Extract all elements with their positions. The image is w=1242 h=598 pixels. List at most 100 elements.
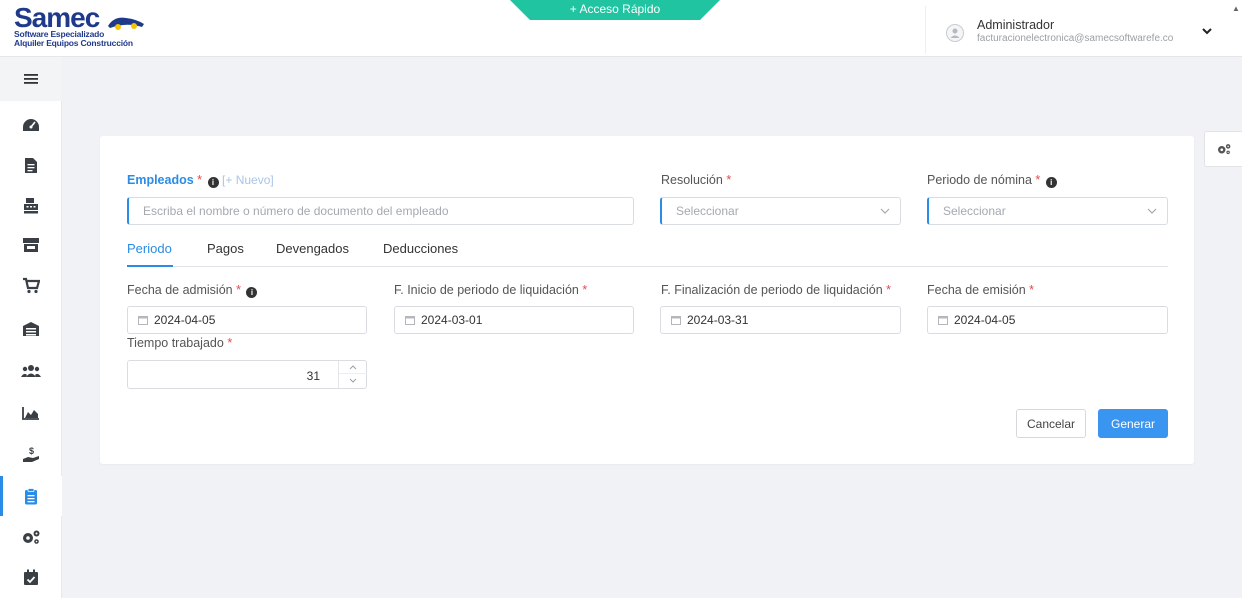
warehouse-icon — [23, 322, 39, 336]
sidebar-item-payroll[interactable] — [0, 476, 62, 516]
chevron-down-icon — [880, 208, 890, 214]
required-mark: * — [236, 283, 241, 297]
empleados-placeholder: Escriba el nombre o número de documento … — [143, 204, 449, 218]
cart-icon — [23, 277, 40, 293]
calendar-icon — [405, 316, 415, 325]
resolucion-label-text: Resolución — [661, 173, 723, 187]
chart-icon — [22, 407, 39, 420]
stepper-decrement-button[interactable] — [339, 374, 367, 387]
form-tabs: Periodo Pagos Devengados Deducciones — [127, 241, 1168, 267]
fecha-emision-value: 2024-04-05 — [954, 313, 1016, 327]
tab-pagos[interactable]: Pagos — [207, 241, 244, 267]
inicio-periodo-label-text: F. Inicio de periodo de liquidación — [394, 283, 579, 297]
sidebar-item-cart[interactable] — [0, 265, 62, 305]
periodo-nomina-placeholder: Seleccionar — [943, 204, 1006, 218]
fecha-admision-value: 2024-04-05 — [154, 313, 216, 327]
required-mark: * — [197, 173, 203, 187]
tiempo-trabajado-value: 31 — [306, 369, 320, 383]
sidebar-item-users[interactable] — [0, 351, 62, 391]
cash-register-icon — [24, 197, 38, 213]
dashboard-icon — [23, 119, 39, 131]
resolucion-label: Resolución * — [661, 173, 731, 187]
tiempo-trabajado-stepper[interactable]: 31 — [127, 360, 367, 389]
tab-deducciones[interactable]: Deducciones — [383, 241, 458, 267]
stepper-increment-button[interactable] — [339, 361, 367, 374]
required-mark: * — [582, 283, 588, 297]
chevron-down-icon — [1147, 208, 1157, 214]
sidebar-item-cash-register[interactable] — [0, 185, 62, 225]
stepper-buttons — [338, 361, 367, 388]
logo-word: Samec — [14, 2, 100, 33]
fecha-admision-input[interactable]: 2024-04-05 — [127, 306, 367, 334]
inicio-periodo-value: 2024-03-01 — [421, 313, 483, 327]
empleados-label-text: Empleados — [127, 173, 194, 187]
info-icon[interactable]: i — [246, 287, 258, 298]
fin-periodo-label-text: F. Finalización de periodo de liquidació… — [661, 283, 883, 297]
sidebar-item-store[interactable] — [0, 225, 62, 265]
calendar-icon — [138, 316, 148, 325]
fin-periodo-value: 2024-03-31 — [687, 313, 749, 327]
fecha-admision-label-text: Fecha de admisión — [127, 283, 233, 297]
info-icon[interactable]: i — [1045, 177, 1057, 188]
settings-panel-toggle[interactable] — [1204, 131, 1242, 167]
fin-periodo-label: F. Finalización de periodo de liquidació… — [661, 283, 891, 297]
periodo-nomina-label: Periodo de nómina * i — [927, 173, 1057, 188]
hamburger-icon — [24, 74, 38, 84]
clipboard-icon — [25, 487, 37, 504]
header-divider — [925, 6, 926, 54]
sidebar-item-warehouse[interactable] — [0, 309, 62, 349]
tab-devengados[interactable]: Devengados — [276, 241, 349, 267]
menu-toggle-button[interactable] — [0, 57, 62, 101]
cancel-button[interactable]: Cancelar — [1016, 409, 1086, 438]
fecha-emision-label: Fecha de emisión * — [927, 283, 1034, 297]
document-icon — [25, 157, 37, 173]
generate-button[interactable]: Generar — [1098, 409, 1168, 438]
sidebar-item-settings[interactable] — [0, 517, 62, 557]
samec-logo[interactable]: Samec Software Especializado Alquiler Eq… — [14, 2, 174, 50]
gears-icon — [23, 530, 40, 544]
user-email: facturacionelectronica@samecsoftwarefe.c… — [977, 33, 1174, 44]
periodo-nomina-label-text: Periodo de nómina — [927, 173, 1032, 187]
required-mark: * — [1029, 283, 1035, 297]
store-icon — [23, 238, 39, 252]
logo-subtitle-2: Alquiler Equipos Construcción — [14, 38, 133, 48]
logo-car-icon — [108, 17, 144, 30]
svg-text:$: $ — [29, 446, 34, 456]
user-name[interactable]: Administrador — [977, 18, 1054, 32]
chevron-up-icon — [349, 364, 357, 369]
quick-access-button[interactable]: + Acceso Rápido — [510, 0, 720, 20]
empleados-label: Empleados * i [+ Nuevo] — [127, 173, 274, 188]
chevron-down-icon[interactable] — [1200, 24, 1214, 38]
required-mark: * — [227, 336, 233, 350]
gears-icon — [1217, 144, 1230, 155]
calendar-check-icon — [24, 569, 38, 585]
tab-periodo[interactable]: Periodo — [127, 241, 173, 267]
sidebar-item-documents[interactable] — [0, 145, 62, 185]
info-icon[interactable]: i — [207, 177, 219, 188]
empleados-search-input[interactable]: Escriba el nombre o número de documento … — [127, 197, 634, 225]
users-icon — [21, 365, 41, 377]
scrollbar-up-arrow[interactable]: ▲ — [1232, 4, 1240, 13]
sidebar-item-dashboard[interactable] — [0, 105, 62, 145]
quick-access-label: + Acceso Rápido — [569, 2, 661, 16]
resolucion-placeholder: Seleccionar — [676, 204, 739, 218]
chevron-down-icon — [349, 378, 357, 383]
sidebar-item-payments[interactable]: $ — [0, 435, 62, 475]
fin-periodo-input[interactable]: 2024-03-31 — [660, 306, 901, 334]
inicio-periodo-input[interactable]: 2024-03-01 — [394, 306, 634, 334]
sidebar-item-reports[interactable] — [0, 393, 62, 433]
fecha-admision-label: Fecha de admisión * i — [127, 283, 258, 298]
resolucion-select[interactable]: Seleccionar — [660, 197, 901, 225]
user-avatar-icon[interactable] — [946, 24, 964, 42]
required-mark: * — [1035, 173, 1041, 187]
nuevo-employee-link[interactable]: [+ Nuevo] — [222, 173, 274, 187]
periodo-nomina-select[interactable]: Seleccionar — [927, 197, 1168, 225]
required-mark: * — [726, 173, 732, 187]
tiempo-trabajado-label-text: Tiempo trabajado — [127, 336, 224, 350]
sidebar-item-calendar[interactable] — [0, 557, 62, 597]
calendar-icon — [938, 316, 948, 325]
required-mark: * — [886, 283, 892, 297]
fecha-emision-input[interactable]: 2024-04-05 — [927, 306, 1168, 334]
tiempo-trabajado-label: Tiempo trabajado * — [127, 336, 232, 350]
fecha-emision-label-text: Fecha de emisión — [927, 283, 1026, 297]
